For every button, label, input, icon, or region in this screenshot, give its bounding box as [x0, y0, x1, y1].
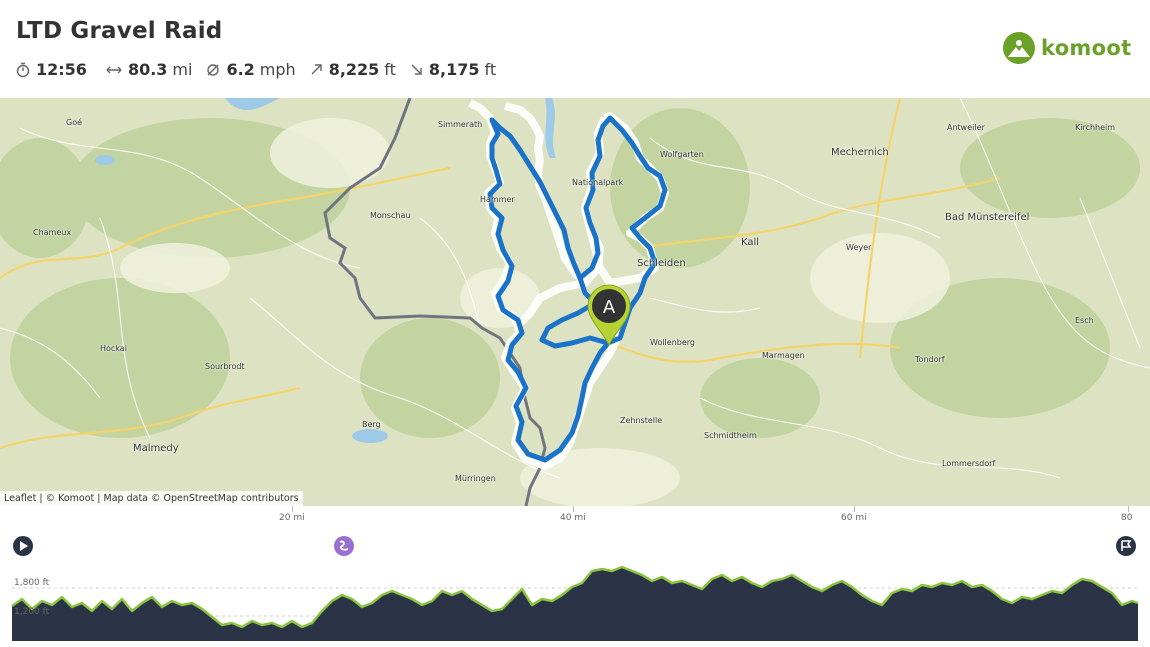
- duration-value: 12:56: [36, 60, 87, 79]
- place-label: Hammer: [480, 195, 515, 204]
- uphill-stat: 8,225 ft: [310, 60, 396, 79]
- downhill-arrow-icon: [411, 64, 422, 75]
- elevation-label-1800: 1,800 ft: [14, 578, 50, 588]
- finish-flag-button[interactable]: [1116, 536, 1136, 556]
- place-label: Mechernich: [831, 147, 889, 158]
- speed-value: 6.2: [226, 60, 255, 79]
- speed-stat: 6.2 mph: [206, 60, 296, 79]
- distance-label-40: 40 mi: [560, 513, 586, 523]
- start-marker[interactable]: A: [586, 284, 632, 347]
- place-label: Malmedy: [133, 443, 179, 454]
- tour-title: LTD Gravel Raid: [16, 18, 223, 44]
- place-label: Bad Münstereifel: [945, 212, 1030, 223]
- komoot-logo[interactable]: komoot: [1003, 32, 1131, 64]
- place-label: Antweiler: [947, 123, 985, 132]
- distance-tick: [854, 506, 855, 512]
- place-label: Kall: [741, 237, 760, 248]
- place-label: Esch: [1075, 316, 1094, 325]
- finish-flag-icon: [1121, 540, 1132, 551]
- play-icon: [20, 541, 28, 551]
- place-label: Simmerath: [438, 120, 483, 129]
- start-marker-label: A: [603, 297, 616, 318]
- elevation-label-1200: 1,200 ft: [14, 607, 50, 617]
- average-speed-icon: [207, 63, 220, 76]
- place-label: Mürringen: [455, 474, 496, 483]
- place-label: Tondorf: [915, 355, 945, 364]
- stopwatch-icon: [16, 62, 30, 77]
- map-attribution[interactable]: Leaflet | © Komoot | Map data © OpenStre…: [0, 491, 303, 506]
- place-label: Schleiden: [637, 258, 686, 269]
- distance-label-80: 80: [1121, 513, 1133, 523]
- place-label: Weyer: [846, 243, 872, 252]
- place-label: Schmidtheim: [704, 431, 757, 440]
- tour-stats: 12:56 80.3 mi 6.2 mph 8,225 ft 8,175 ft: [16, 60, 510, 79]
- distance-tick: [1128, 506, 1129, 512]
- downhill-stat: 8,175 ft: [410, 60, 496, 79]
- distance-label-60: 60 mi: [841, 513, 867, 523]
- uphill-arrow-icon: [311, 64, 322, 75]
- place-label: Nationalpark: [572, 178, 624, 187]
- uphill-value: 8,225: [328, 60, 380, 79]
- place-label: Wollenberg: [650, 338, 695, 347]
- distance-arrows-icon: [106, 66, 122, 73]
- place-label: Wolfgarten: [660, 150, 704, 159]
- place-label: Berg: [362, 420, 381, 429]
- elevation-chart[interactable]: [0, 561, 1150, 647]
- distance-stat: 80.3 mi: [106, 60, 193, 79]
- waypoint-squiggle-icon: [339, 540, 349, 551]
- distance-unit: mi: [172, 60, 193, 79]
- place-label: Monschau: [370, 211, 411, 220]
- distance-tick: [292, 506, 293, 512]
- place-label: Zehnstelle: [620, 416, 663, 425]
- place-label: Marmagen: [762, 351, 805, 360]
- distance-value: 80.3: [127, 60, 168, 79]
- place-label: Lommersdorf: [942, 459, 996, 468]
- elevation-profile[interactable]: 20 mi 40 mi 60 mi 80 1,800 ft 1,200 ft: [0, 506, 1150, 647]
- highlight-waypoint-button[interactable]: [334, 536, 354, 556]
- route-map[interactable]: Simmerath Monschau Goé Chameux Hockai So…: [0, 98, 1150, 506]
- place-label: Chameux: [33, 228, 72, 237]
- tour-header: LTD Gravel Raid 12:56 80.3 mi 6.2 mph 8,…: [0, 0, 1150, 98]
- place-label: Sourbrodt: [205, 362, 245, 371]
- distance-tick: [573, 506, 574, 512]
- komoot-wordmark: komoot: [1041, 36, 1132, 60]
- speed-unit: mph: [259, 60, 296, 79]
- place-label: Kirchheim: [1075, 123, 1116, 132]
- place-label: Hockai: [100, 344, 127, 353]
- start-play-button[interactable]: [13, 536, 33, 556]
- map-pin-icon: A: [587, 284, 631, 347]
- duration-stat: 12:56: [16, 60, 92, 79]
- distance-label-20: 20 mi: [279, 513, 305, 523]
- komoot-mountain-icon: [1003, 32, 1035, 64]
- place-label: Goé: [66, 118, 83, 127]
- uphill-unit: ft: [384, 60, 396, 79]
- downhill-unit: ft: [484, 60, 497, 79]
- downhill-value: 8,175: [428, 60, 480, 79]
